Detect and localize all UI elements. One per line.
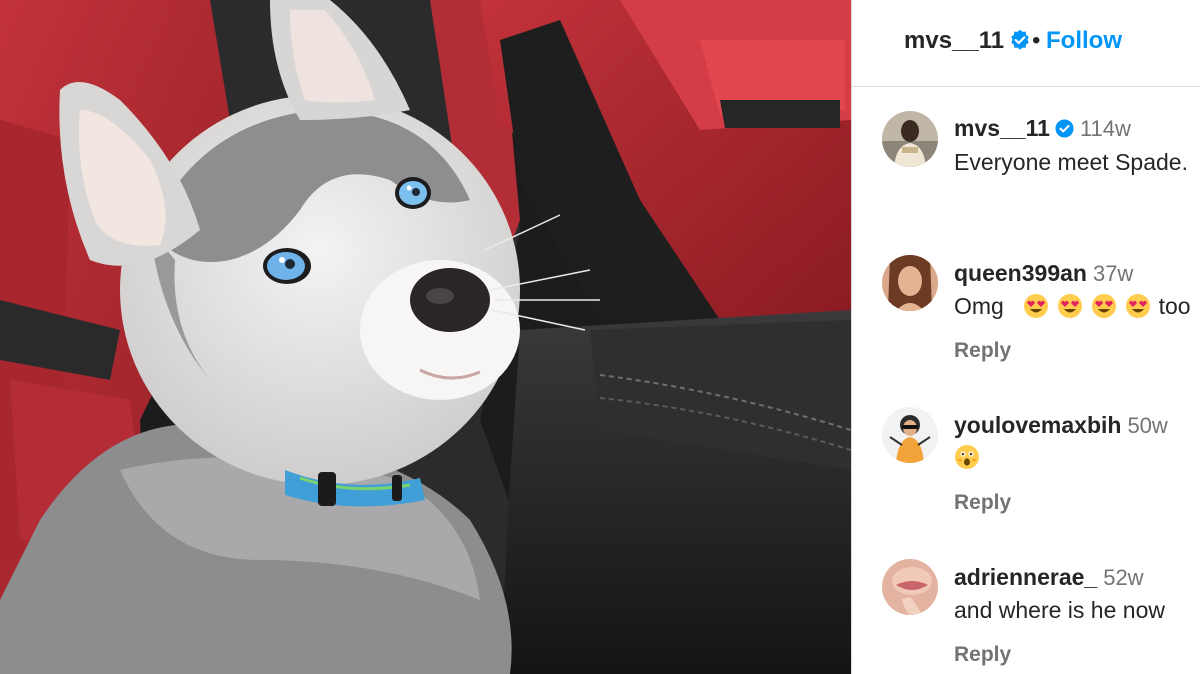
avatar-photo <box>882 255 938 311</box>
avatar[interactable] <box>882 407 938 463</box>
comment-text: Omg too <box>954 293 1191 319</box>
avatar[interactable] <box>882 255 938 311</box>
avatar-photo <box>882 111 938 167</box>
heart-eyes-emoji-icon <box>1057 294 1082 318</box>
verified-badge-icon <box>1011 30 1029 50</box>
avatar[interactable] <box>882 111 938 167</box>
heart-eyes-emoji-icon <box>1091 294 1116 318</box>
avatar[interactable] <box>882 559 938 615</box>
header-username[interactable]: mvs__11 <box>904 27 1030 55</box>
reply-button[interactable]: Reply <box>954 491 1011 515</box>
heart-eyes-emoji-icon <box>1023 294 1048 318</box>
comment-text <box>954 444 980 471</box>
avatar-photo <box>882 407 938 463</box>
comment-time[interactable]: 50w <box>1127 413 1167 438</box>
comment-username[interactable]: mvs__11 114w <box>954 115 1131 142</box>
comment-time[interactable]: 114w <box>1080 116 1131 141</box>
comment-username[interactable]: adriennerae_ 52w <box>954 564 1144 591</box>
husky-puppy-image <box>0 0 851 674</box>
reply-button[interactable]: Reply <box>954 339 1011 363</box>
comments-panel: mvs__11 • Follow mvs__11 114w Everyone me… <box>852 0 1200 674</box>
comment-username[interactable]: queen399an 37w <box>954 260 1133 287</box>
reply-button[interactable]: Reply <box>954 643 1011 667</box>
separator-dot: • <box>1032 27 1041 54</box>
comment-time[interactable]: 37w <box>1093 261 1133 286</box>
comment-text: Everyone meet Spade. <box>954 149 1188 175</box>
post-header: mvs__11 • Follow <box>852 0 1200 86</box>
header-divider <box>852 86 1200 87</box>
follow-button[interactable]: Follow <box>1046 27 1122 55</box>
astonished-emoji-icon <box>955 445 979 469</box>
comment-time[interactable]: 52w <box>1103 565 1143 590</box>
comment-text: and where is he now <box>954 597 1165 623</box>
heart-eyes-emoji-icon <box>1125 294 1150 318</box>
post-photo[interactable] <box>0 0 851 674</box>
comment-username[interactable]: youlovemaxbih 50w <box>954 412 1168 439</box>
verified-badge-icon <box>1055 119 1074 138</box>
avatar-photo <box>882 559 938 615</box>
